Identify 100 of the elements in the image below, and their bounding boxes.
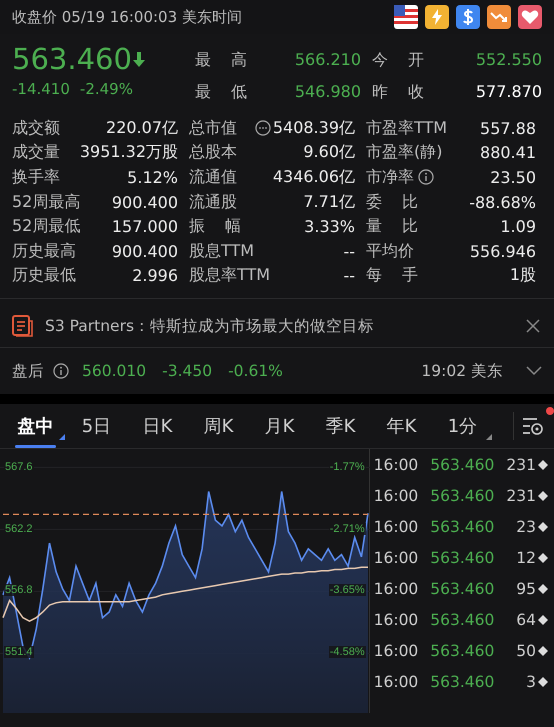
stat-label: 振幅 [189, 216, 241, 238]
trade-time: 16:00 [374, 518, 418, 536]
stat-label: 股息TTM [189, 240, 254, 262]
trade-price: 563.460 [430, 672, 494, 691]
trade-volume: 231 [506, 486, 536, 505]
period-tab[interactable]: 1分 [432, 404, 493, 448]
close-icon[interactable] [526, 319, 540, 334]
period-tab[interactable]: 盘中 [5, 404, 66, 448]
stat-label: 今开 [372, 49, 424, 71]
stat-label: 每手 [366, 265, 418, 286]
chevron-down-icon[interactable] [526, 366, 542, 376]
stat-value: 546.980 [294, 81, 361, 103]
period-tab[interactable]: 月K [249, 404, 310, 448]
period-tab[interactable]: 季K [310, 404, 371, 448]
stat-label: 历史最低 [12, 265, 76, 286]
dollar-icon[interactable] [456, 5, 480, 29]
stat-label: 委比 [366, 192, 418, 213]
price-axis-label: 567.6 [4, 460, 34, 473]
diamond-icon [538, 552, 548, 563]
stat-label: 市盈率TTM [366, 118, 448, 139]
diamond-icon [538, 676, 548, 687]
trade-price: 563.460 [430, 456, 494, 474]
stat-label: 量比 [366, 216, 418, 238]
trade-price: 563.460 [430, 580, 494, 598]
settings-icon[interactable] [522, 416, 544, 436]
stat-label: 股息率TTM [189, 265, 270, 286]
trade-time: 16:00 [374, 548, 418, 567]
stat-label: 52周最低 [12, 216, 80, 238]
price-axis-label: 556.8 [4, 584, 34, 596]
diamond-icon [538, 614, 548, 625]
flag-icon[interactable] [394, 5, 418, 29]
period-tab[interactable]: 日K [127, 404, 188, 448]
percent-axis-label: -3.65% [328, 584, 366, 596]
stat-value: 4346.06亿 [272, 166, 355, 188]
lightning-icon[interactable] [425, 5, 449, 29]
price-change: -14.410 [12, 80, 70, 98]
price-axis-label: 551.4 [4, 646, 34, 658]
stat-value: 220.07亿 [106, 118, 178, 139]
more-icon[interactable] [254, 120, 271, 136]
stat-label: 总股本 [189, 142, 237, 164]
price-axis-label: 562.2 [4, 522, 34, 534]
stat-value: 2.996 [132, 266, 178, 286]
stat-value: 1股 [510, 265, 536, 286]
diamond-icon [538, 522, 548, 532]
percent-axis-label: -2.71% [328, 522, 366, 534]
stat-value: 157.000 [112, 217, 178, 236]
trade-price: 563.460 [430, 548, 494, 567]
trade-volume: 23 [516, 518, 536, 536]
stat-label: 昨收 [372, 81, 424, 103]
trade-volume: 95 [516, 580, 536, 598]
stat-value: 880.41 [480, 143, 536, 162]
stat-label: 52周最高 [12, 192, 80, 213]
stat-label: 成交量 [12, 142, 60, 164]
stat-value: 900.400 [112, 242, 178, 261]
trade-volume: 64 [516, 610, 536, 629]
stat-label: 市净率 [366, 166, 414, 188]
stat-value: 23.50 [490, 168, 536, 187]
trade-volume: 231 [506, 456, 536, 474]
stat-value: 556.946 [470, 242, 536, 261]
trade-time: 16:00 [374, 580, 418, 598]
diamond-icon [538, 584, 548, 594]
trade-price: 563.460 [430, 642, 494, 660]
percent-axis-label: -4.58% [328, 646, 366, 658]
trade-price: 563.460 [430, 518, 494, 536]
info-icon[interactable] [418, 169, 434, 186]
stat-label: 市盈率(静) [366, 142, 442, 164]
news-headline[interactable]: S3 Partners：特斯拉成为市场最大的做空目标 [45, 316, 514, 337]
stat-label: 平均价 [366, 240, 414, 262]
after-hours-change: -3.450 [162, 362, 212, 380]
trade-time: 16:00 [374, 672, 418, 691]
info-icon[interactable] [53, 363, 69, 380]
trade-volume: 12 [516, 548, 536, 567]
stat-value: -88.68% [469, 192, 536, 212]
stat-label: 历史最高 [12, 240, 76, 262]
last-price: 563.460 [12, 42, 132, 76]
period-tab[interactable]: 周K [188, 404, 249, 448]
trade-time: 16:00 [374, 642, 418, 660]
stat-value: 3.33% [304, 217, 355, 236]
stat-value: -- [343, 242, 355, 261]
stat-label: 最高 [195, 49, 247, 71]
period-tab[interactable]: 5日 [66, 404, 127, 448]
down-arrow-icon [132, 50, 146, 68]
period-tab[interactable]: 年K [371, 404, 432, 448]
trade-time: 16:00 [374, 610, 418, 629]
trade-time: 16:00 [374, 486, 418, 505]
after-hours-label: 盘后 [12, 360, 44, 382]
trend-down-icon[interactable] [487, 5, 511, 29]
stat-value: -- [343, 266, 355, 286]
stat-label: 最低 [195, 81, 247, 103]
stat-label: 换手率 [12, 166, 60, 188]
diamond-icon [538, 490, 548, 501]
stat-value: 9.60亿 [303, 142, 355, 164]
stat-value: 3951.32万股 [80, 142, 178, 164]
notification-dot [546, 407, 554, 416]
trade-volume: 3 [526, 672, 536, 691]
trade-time: 16:00 [374, 456, 418, 474]
after-hours-price: 560.010 [82, 362, 146, 380]
diamond-icon [538, 646, 548, 656]
after-hours-time: 19:02 美东 [421, 360, 503, 382]
change-percent: -2.49% [80, 80, 133, 98]
